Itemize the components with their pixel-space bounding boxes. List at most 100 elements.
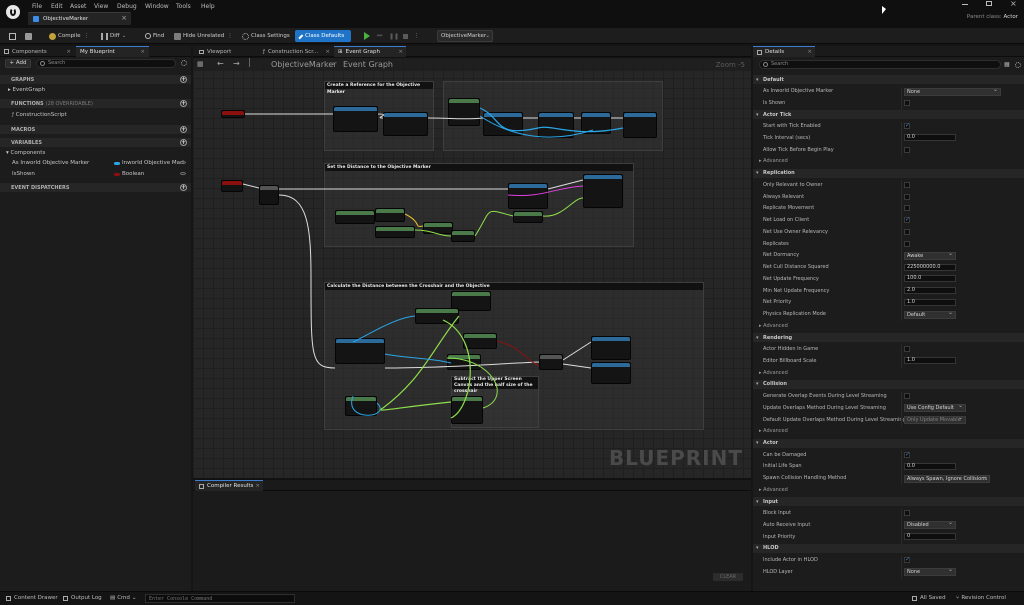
cmd-button[interactable]: ▤ Cmd ⌄	[110, 595, 137, 601]
property-checkbox[interactable]	[904, 205, 910, 212]
tab-event-graph[interactable]: ⊞ Event Graph ×	[334, 46, 406, 57]
menu-asset[interactable]: Asset	[70, 3, 86, 10]
tab-viewport[interactable]: Viewport	[195, 46, 257, 57]
add-macro-icon[interactable]: +	[180, 126, 187, 133]
details-section-5[interactable]: ▾ Actor	[753, 438, 1024, 448]
document-tab[interactable]: ObjectiveMarker ×	[28, 12, 131, 25]
property-checkbox[interactable]	[904, 216, 910, 224]
my-blueprint-search-input[interactable]: Search	[36, 59, 176, 68]
variable-type[interactable]: Inworld Objective Marl	[114, 160, 184, 166]
advanced-toggle[interactable]: ▸ Advanced	[759, 370, 788, 376]
stop-button[interactable]	[400, 30, 411, 42]
property-checkbox[interactable]	[904, 556, 910, 564]
visibility-eye-icon[interactable]	[180, 172, 186, 175]
clear-button[interactable]: CLEAR	[713, 573, 743, 581]
property-dropdown[interactable]: Awake	[904, 251, 956, 260]
menu-view[interactable]: View	[94, 3, 108, 10]
advanced-toggle[interactable]: ▸ Advanced	[759, 487, 788, 493]
browse-button[interactable]	[22, 30, 37, 42]
details-section-0[interactable]: ▾ Default	[753, 75, 1024, 84]
property-checkbox[interactable]	[904, 228, 910, 235]
add-function-icon[interactable]: +	[180, 100, 187, 107]
close-icon[interactable]: ×	[398, 49, 403, 55]
advanced-toggle[interactable]: ▸ Advanced	[759, 158, 788, 164]
property-checkbox[interactable]	[904, 99, 910, 106]
variable-category-components[interactable]: ▾ Components	[6, 150, 45, 156]
close-icon[interactable]: ×	[121, 14, 127, 22]
column-divider[interactable]	[901, 86, 902, 111]
output-log-button[interactable]: Output Log	[63, 595, 102, 601]
close-icon[interactable]: ×	[140, 49, 145, 55]
debug-object-select[interactable]: ObjectiveMarker ⌄	[437, 30, 493, 42]
variable-type[interactable]: Boolean	[114, 171, 144, 177]
details-section-4[interactable]: ▾ Collision	[753, 379, 1024, 389]
tab-compiler-results[interactable]: Compiler Results ×	[195, 480, 263, 491]
event-graph-canvas[interactable]: ▦ ← → | ObjectiveMarker › Event Graph Zo…	[193, 58, 751, 478]
property-value-field[interactable]: 225000000.0	[904, 263, 956, 271]
property-value-field[interactable]: 0.0	[904, 462, 956, 470]
gear-icon[interactable]	[181, 60, 187, 66]
details-section-7[interactable]: ▾ HLOD	[753, 543, 1024, 553]
property-value-field[interactable]: 0	[904, 533, 956, 541]
function-item-constructionscript[interactable]: ƒ ConstructionScript	[12, 112, 67, 118]
column-divider[interactable]	[901, 121, 902, 157]
add-graph-icon[interactable]: +	[180, 76, 187, 83]
property-checkbox[interactable]	[904, 240, 910, 247]
property-dropdown[interactable]: None	[904, 567, 956, 577]
section-functions[interactable]: FUNCTIONS (28 OVERRIDABLE) +	[0, 99, 191, 108]
section-variables[interactable]: VARIABLES +	[0, 138, 191, 147]
variable-name[interactable]: As Inworld Objective Marker	[12, 160, 89, 166]
menu-file[interactable]: File	[32, 3, 42, 10]
content-drawer-button[interactable]: Content Drawer	[6, 595, 58, 601]
class-defaults-button[interactable]: Class Defaults	[295, 30, 351, 42]
close-icon[interactable]: ×	[325, 49, 330, 55]
menu-tools[interactable]: Tools	[176, 3, 191, 10]
diff-button[interactable]: Diff ⌄	[98, 30, 129, 42]
console-command-input[interactable]	[145, 594, 295, 603]
property-checkbox[interactable]	[904, 510, 910, 517]
property-checkbox[interactable]	[904, 393, 910, 399]
property-dropdown[interactable]: Disabled	[904, 520, 956, 530]
property-checkbox[interactable]	[904, 346, 910, 353]
save-button[interactable]	[6, 30, 21, 42]
property-dropdown[interactable]: Use Config Default	[904, 403, 966, 413]
tab-my-blueprint[interactable]: My Blueprint ×	[76, 46, 149, 57]
advanced-toggle[interactable]: ▸ Advanced	[759, 323, 788, 329]
property-value-field[interactable]: 2.0	[904, 287, 956, 295]
property-value-field[interactable]: 1.0	[904, 357, 956, 365]
menu-debug[interactable]: Debug	[117, 3, 137, 10]
property-dropdown[interactable]: Always Spawn, Ignore Collisions	[904, 474, 990, 483]
column-divider[interactable]	[901, 508, 902, 544]
property-dropdown[interactable]: None	[904, 87, 1001, 96]
close-icon[interactable]: ×	[255, 483, 260, 489]
kebab-icon[interactable]: ⋮	[227, 33, 233, 39]
class-settings-button[interactable]: Class Settings	[239, 30, 293, 42]
unreal-logo-icon[interactable]	[6, 5, 20, 19]
add-button[interactable]: + Add	[5, 59, 31, 68]
property-checkbox[interactable]	[904, 193, 910, 200]
details-section-6[interactable]: ▾ Input	[753, 497, 1024, 507]
add-event-dispatcher-icon[interactable]: +	[180, 184, 187, 191]
menu-edit[interactable]: Edit	[51, 3, 63, 10]
column-divider[interactable]	[901, 450, 902, 486]
menu-window[interactable]: Window	[145, 3, 169, 10]
section-event-dispatchers[interactable]: EVENT DISPATCHERS +	[0, 183, 191, 192]
parent-class-value[interactable]: Actor	[1004, 14, 1018, 20]
advanced-toggle[interactable]: ▸ Advanced	[759, 428, 788, 434]
add-variable-icon[interactable]: +	[180, 139, 187, 146]
details-section-1[interactable]: ▾ Actor Tick	[753, 110, 1024, 120]
tab-construction-script[interactable]: ƒ Construction Scr... ×	[259, 46, 333, 57]
play-button[interactable]	[361, 30, 373, 42]
window-close-icon[interactable]: ×	[1010, 0, 1017, 8]
menu-help[interactable]: Help	[201, 3, 215, 10]
minimize-icon[interactable]	[962, 4, 968, 5]
kebab-icon[interactable]: ⋮	[84, 33, 90, 39]
close-icon[interactable]: ×	[66, 49, 71, 55]
property-dropdown[interactable]: Default	[904, 310, 956, 319]
section-macros[interactable]: MACROS +	[0, 125, 191, 134]
variable-name[interactable]: IsShown	[12, 171, 35, 177]
compile-button[interactable]: Compile ⋮	[46, 30, 92, 42]
property-checkbox[interactable]	[904, 451, 910, 458]
find-button[interactable]: Find	[142, 30, 167, 42]
section-graphs[interactable]: GRAPHS +	[0, 75, 191, 84]
